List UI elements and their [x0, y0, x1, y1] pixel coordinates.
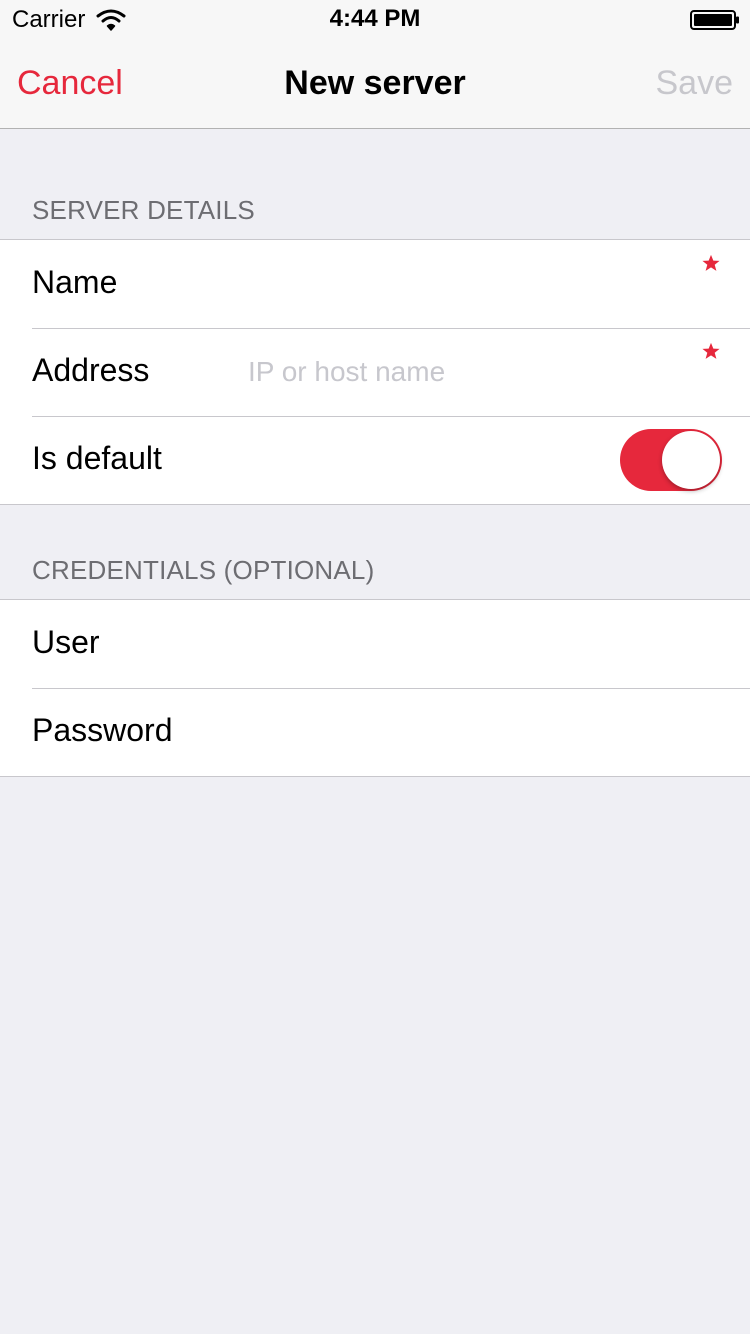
toggle-knob	[662, 431, 720, 489]
status-time: 4:44 PM	[329, 5, 421, 32]
address-label: Address	[32, 352, 150, 388]
required-star-icon	[702, 342, 720, 359]
is-default-label: Is default	[32, 440, 162, 476]
section-header-server-details: SERVER DETAILS	[32, 195, 255, 225]
page-title: New server	[284, 64, 466, 102]
credentials-group: User Password	[0, 599, 750, 777]
save-button[interactable]: Save	[656, 64, 734, 103]
navigation-bar: Cancel New server Save	[0, 40, 750, 129]
password-input[interactable]	[248, 702, 688, 762]
section-header-credentials: CREDENTIALS (OPTIONAL)	[32, 555, 375, 585]
user-label: User	[32, 624, 100, 660]
battery-icon	[690, 10, 739, 30]
name-input[interactable]	[248, 254, 688, 314]
server-details-group: Name Address Is default	[0, 239, 750, 505]
status-bar: Carrier 4:44 PM	[0, 0, 750, 40]
address-input[interactable]	[248, 342, 688, 402]
address-row: Address	[0, 328, 750, 416]
is-default-row: Is default	[0, 416, 750, 504]
user-input[interactable]	[248, 614, 688, 674]
name-label: Name	[32, 264, 118, 300]
name-row: Name	[0, 240, 750, 328]
is-default-toggle[interactable]	[620, 429, 722, 491]
user-row: User	[0, 600, 750, 688]
required-star-icon	[702, 254, 720, 271]
password-label: Password	[32, 712, 173, 748]
password-row: Password	[0, 688, 750, 776]
